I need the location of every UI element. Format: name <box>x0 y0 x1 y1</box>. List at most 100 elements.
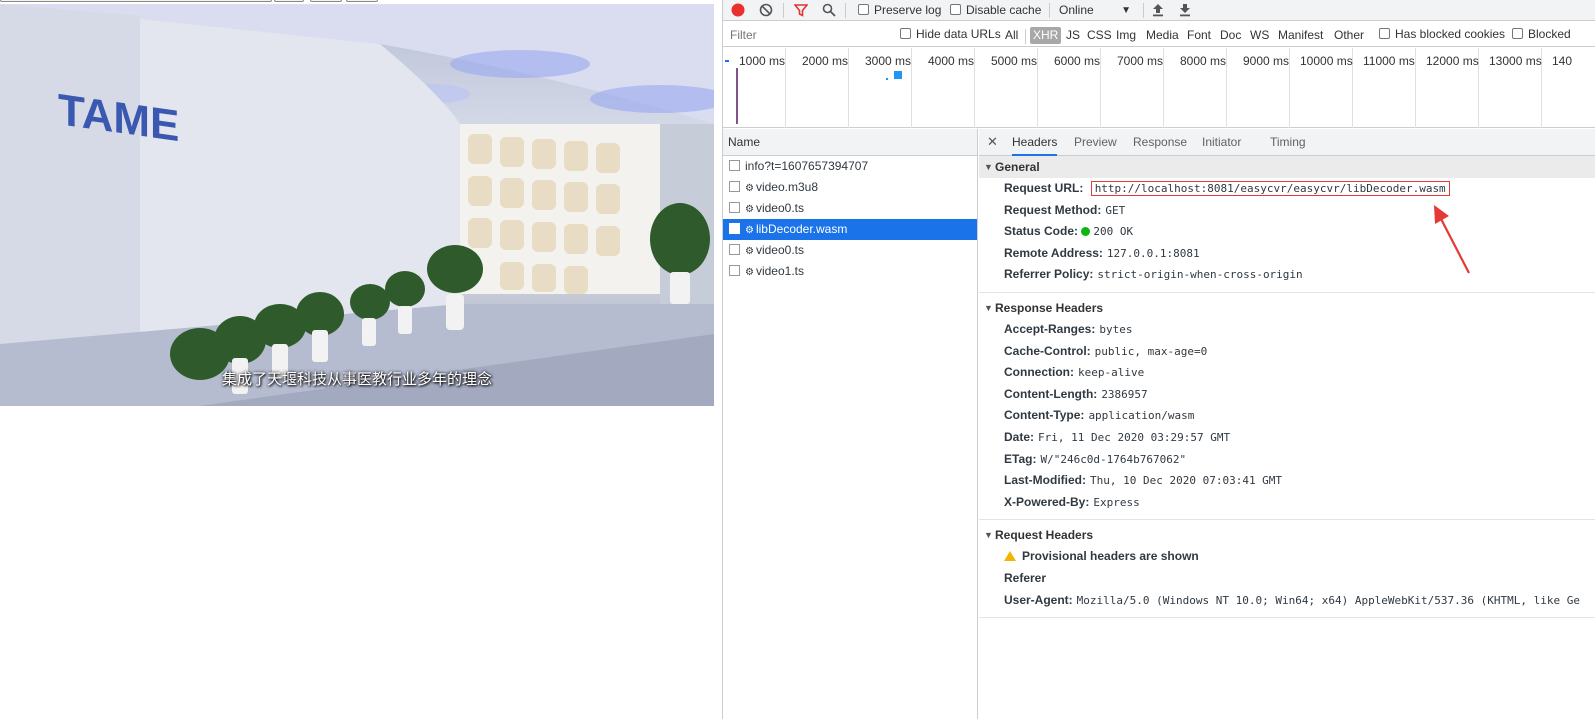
gear-icon: ⚙ <box>745 225 754 236</box>
request-row-selected[interactable]: ⚙ libDecoder.wasm <box>723 219 977 240</box>
type-filter-media[interactable]: Media <box>1143 27 1182 44</box>
name-column-header[interactable]: Name <box>723 129 977 156</box>
disable-cache-checkbox[interactable]: Disable cache <box>950 3 1041 18</box>
gear-icon: ⚙ <box>745 204 754 215</box>
header-value: Fri, 11 Dec 2020 03:29:57 GMT <box>1038 430 1231 444</box>
dropdown-arrow-icon: ▼ <box>1121 5 1131 16</box>
request-list: Name info?t=1607657394707 ⚙ video.m3u8 ⚙ v… <box>723 129 978 719</box>
gear-icon: ⚙ <box>745 267 754 278</box>
status-ok-icon <box>1081 227 1091 237</box>
blocked-requests-checkbox[interactable]: Blocked <box>1512 27 1571 42</box>
resource-icon <box>729 265 740 276</box>
preserve-log-checkbox[interactable]: Preserve log <box>858 3 941 18</box>
type-filter-other[interactable]: Other <box>1331 27 1367 44</box>
type-filter-doc[interactable]: Doc <box>1217 27 1244 44</box>
filter-input[interactable] <box>727 26 887 44</box>
request-row[interactable]: ⚙ video.m3u8 <box>723 177 977 198</box>
resource-icon <box>729 202 740 213</box>
toolbar-divider <box>1049 3 1050 18</box>
checkbox-box[interactable] <box>858 4 869 15</box>
toolbar-divider <box>1025 29 1026 44</box>
export-har-button[interactable] <box>1178 3 1192 18</box>
timeline-tick: 6000 ms <box>1038 48 1101 128</box>
header-row: Date: Fri, 11 Dec 2020 03:29:57 GMT <box>979 427 1595 449</box>
header-value-request-url: http://localhost:8081/easycvr/easycvr/li… <box>1090 181 1450 196</box>
clear-icon <box>759 3 773 17</box>
header-value: 2386957 <box>1101 387 1148 401</box>
page-button[interactable] <box>310 0 342 2</box>
header-value: Mozilla/5.0 (Windows NT 10.0; Win64; x64… <box>1076 593 1580 607</box>
checkbox-box[interactable] <box>1379 28 1390 39</box>
header-value: public, max-age=0 <box>1094 344 1208 358</box>
checkbox-box[interactable] <box>900 28 911 39</box>
type-filter-img[interactable]: Img <box>1113 27 1139 44</box>
section-title: Request Headers <box>995 528 1094 543</box>
request-row[interactable]: ⚙ video0.ts <box>723 240 977 261</box>
filter-toggle-button[interactable] <box>793 3 809 18</box>
type-filter-xhr[interactable]: XHR <box>1030 27 1062 44</box>
url-input[interactable] <box>0 0 272 2</box>
header-value: GET <box>1105 203 1126 217</box>
header-value: application/wasm <box>1088 409 1195 423</box>
tab-headers[interactable]: Headers <box>1012 129 1058 156</box>
download-icon <box>1180 4 1190 17</box>
type-filter-all[interactable]: All <box>1002 27 1021 44</box>
header-row: Cache-Control: public, max-age=0 <box>979 341 1595 363</box>
video-player[interactable]: TAME 集成了天堰科技从事医教行业多年的理念 <box>0 4 714 406</box>
close-icon[interactable]: ✕ <box>987 129 998 156</box>
header-value: bytes <box>1099 322 1133 336</box>
header-row: X-Powered-By: Express <box>979 492 1595 514</box>
record-icon <box>731 3 745 17</box>
request-row[interactable]: info?t=1607657394707 <box>723 156 977 177</box>
header-key: Content-Length: <box>1004 386 1098 401</box>
timeline-tick: 13000 ms <box>1479 48 1542 128</box>
type-filter-css[interactable]: CSS <box>1084 27 1115 44</box>
gear-icon: ⚙ <box>745 246 754 257</box>
upload-icon <box>1153 4 1163 17</box>
record-button[interactable] <box>731 3 745 18</box>
resource-icon <box>729 181 740 192</box>
type-filter-font[interactable]: Font <box>1184 27 1214 44</box>
header-row: Status Code: 200 OK <box>979 221 1595 243</box>
response-headers-section-header[interactable]: ▼ Response Headers <box>979 297 1595 319</box>
header-value: keep-alive <box>1078 366 1145 380</box>
has-blocked-cookies-checkbox[interactable]: Has blocked cookies <box>1379 27 1505 42</box>
type-filter-manifest[interactable]: Manifest <box>1275 27 1326 44</box>
preserve-log-label: Preserve log <box>874 3 942 17</box>
toolbar-divider <box>783 3 784 18</box>
clear-button[interactable] <box>759 3 773 18</box>
throttling-select[interactable]: Online ▼ <box>1059 3 1131 18</box>
blocked-requests-label: Blocked <box>1528 27 1571 41</box>
request-name: video1.ts <box>755 264 804 278</box>
warning-icon <box>1004 551 1016 562</box>
warning-text: Provisional headers are shown <box>1022 549 1199 564</box>
search-button[interactable] <box>822 3 836 18</box>
import-har-button[interactable] <box>1151 3 1165 18</box>
tab-response[interactable]: Response <box>1133 129 1187 156</box>
header-row: Last-Modified: Thu, 10 Dec 2020 07:03:41 … <box>979 470 1595 492</box>
tab-timing[interactable]: Timing <box>1270 129 1306 156</box>
timeline-tick: 7000 ms <box>1101 48 1164 128</box>
tab-initiator[interactable]: Initiator <box>1202 129 1241 156</box>
header-value: Thu, 10 Dec 2020 07:03:41 GMT <box>1090 474 1283 488</box>
filter-bar: Hide data URLs All XHR JS CSS Img Media … <box>723 23 1595 47</box>
header-value: 127.0.0.1:8081 <box>1106 246 1200 260</box>
detail-tabs: ✕ Headers Preview Response Initiator Tim… <box>979 129 1595 156</box>
request-row[interactable]: ⚙ video0.ts <box>723 198 977 219</box>
header-key: Last-Modified: <box>1004 473 1086 488</box>
timeline-request-bar <box>894 71 902 79</box>
tab-preview[interactable]: Preview <box>1074 129 1117 156</box>
general-section-header[interactable]: ▼ General <box>979 156 1595 178</box>
type-filter-js[interactable]: JS <box>1063 27 1083 44</box>
checkbox-box[interactable] <box>950 4 961 15</box>
request-headers-section-header[interactable]: ▼ Request Headers <box>979 524 1595 546</box>
checkbox-box[interactable] <box>1512 28 1523 39</box>
hide-data-urls-checkbox[interactable]: Hide data URLs <box>900 27 1001 42</box>
page-button[interactable] <box>346 0 378 2</box>
request-row[interactable]: ⚙ video1.ts <box>723 261 977 282</box>
page-button[interactable] <box>274 0 304 2</box>
resource-icon <box>729 244 740 255</box>
type-filter-ws[interactable]: WS <box>1247 27 1272 44</box>
header-value: strict-origin-when-cross-origin <box>1097 268 1303 282</box>
timeline-overview[interactable]: 1000 ms 2000 ms 3000 ms 4000 ms 5000 ms … <box>723 48 1595 128</box>
